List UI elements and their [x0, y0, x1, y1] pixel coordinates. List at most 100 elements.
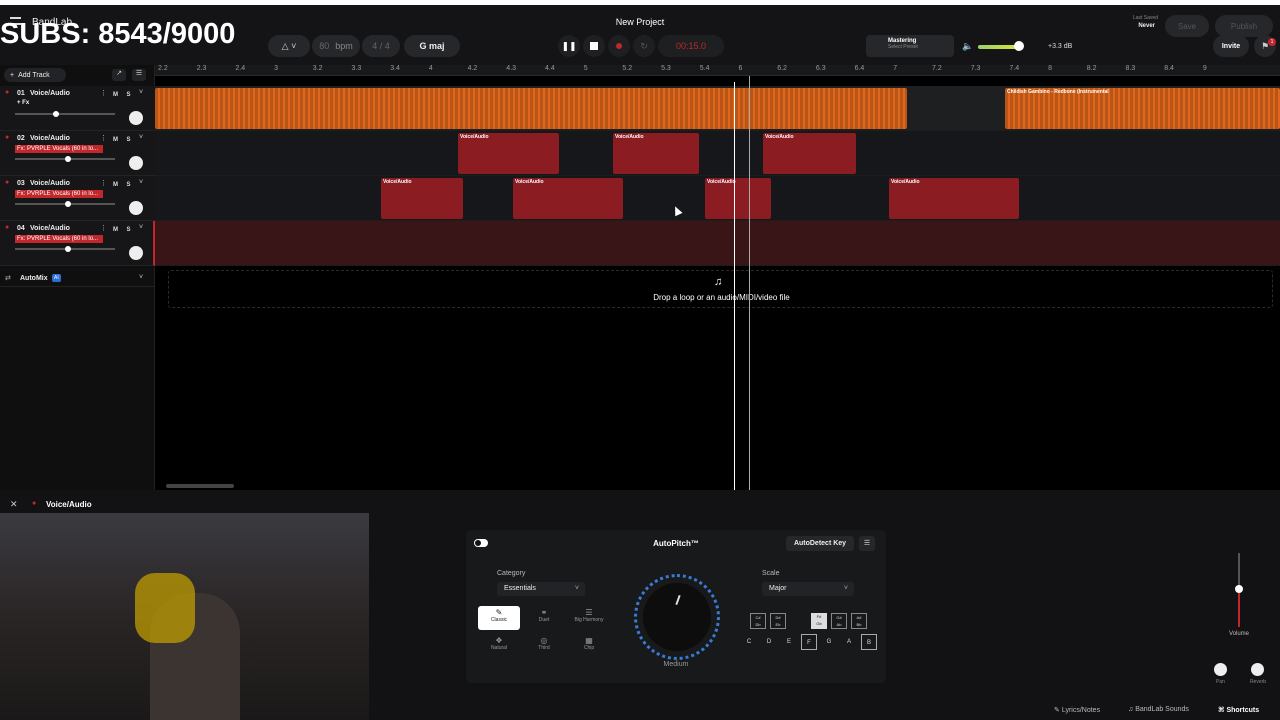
speaker-icon[interactable]: 🔈 — [962, 41, 973, 52]
track-menu-icon[interactable]: ⋮ — [100, 224, 107, 232]
key-b[interactable]: B — [861, 634, 877, 650]
save-button[interactable]: Save — [1165, 15, 1209, 37]
key-g[interactable]: G — [821, 634, 837, 650]
audio-clip[interactable]: Voice/Audio — [705, 178, 771, 219]
track-volume-slider[interactable] — [15, 246, 115, 252]
stop-button[interactable] — [583, 35, 605, 57]
category-select[interactable]: Essentials ˅ — [497, 582, 585, 596]
track-menu-icon[interactable]: ⋮ — [100, 179, 107, 187]
track-menu-icon[interactable]: ⋮ — [100, 134, 107, 142]
key-g-sharp[interactable]: G# Ab — [831, 613, 847, 629]
track-fx[interactable]: Fx: PVRPLE Vocals (60 in lo... — [15, 235, 103, 243]
close-icon[interactable]: ✕ — [10, 499, 18, 510]
key-d-sharp[interactable]: D# Eb — [770, 613, 786, 629]
solo-button[interactable]: S — [123, 90, 134, 100]
drop-zone[interactable]: ♫ Drop a loop or an audio/MIDI/video fil… — [168, 270, 1273, 308]
pan-knob[interactable] — [129, 111, 143, 125]
key-f[interactable]: F — [801, 634, 817, 650]
mute-button[interactable]: M — [110, 225, 121, 235]
settings-icon[interactable]: ☰ — [859, 536, 875, 551]
track-header-2[interactable]: ● 02 Voice/Audio Fx: PVRPLE Vocals (60 i… — [0, 131, 155, 176]
horizontal-scrollbar[interactable] — [166, 484, 234, 488]
invite-button[interactable]: Invite — [1213, 35, 1249, 57]
key-a-sharp[interactable]: A# Bb — [851, 613, 867, 629]
panel-reverb-knob[interactable] — [1251, 663, 1264, 676]
mute-button[interactable]: M — [110, 135, 121, 145]
track-name[interactable]: Voice/Audio — [30, 225, 70, 232]
audio-clip[interactable]: Voice/Audio — [513, 178, 623, 219]
track-header-1[interactable]: ● 01 Voice/Audio + Fx ⋮ M S ˅ — [0, 86, 155, 131]
pan-knob[interactable] — [129, 156, 143, 170]
solo-button[interactable]: S — [123, 135, 134, 145]
track-header-4[interactable]: ● 04 Voice/Audio Fx: PVRPLE Vocals (60 i… — [0, 221, 155, 266]
add-track-button[interactable]: + Add Track — [4, 68, 66, 82]
chevron-down-icon[interactable]: ˅ — [139, 179, 143, 186]
project-title[interactable]: New Project — [560, 17, 720, 27]
track-fx[interactable]: + Fx — [17, 100, 29, 106]
track-fx[interactable]: Fx: PVRPLE Vocals (60 in lo... — [15, 190, 103, 198]
bpm-field[interactable]: 80 bpm — [312, 35, 360, 57]
lane-1[interactable]: Childish Gambino - Redbone (Instrumental — [155, 86, 1280, 131]
mute-button[interactable]: M — [110, 90, 121, 100]
track-fx[interactable]: Fx: PVRPLE Vocals (60 in lo... — [15, 145, 103, 153]
time-signature[interactable]: 4 / 4 — [362, 35, 400, 57]
mute-button[interactable]: M — [110, 180, 121, 190]
key-f-sharp[interactable]: F# Gb — [811, 613, 827, 629]
audio-clip[interactable]: Voice/Audio — [458, 133, 559, 174]
chevron-down-icon[interactable]: ˅ — [139, 89, 143, 96]
track-volume-slider[interactable] — [15, 156, 115, 162]
publish-button[interactable]: Publish — [1215, 15, 1273, 37]
automation-icon[interactable]: ↗ — [112, 69, 126, 81]
audio-clip[interactable]: Voice/Audio — [763, 133, 856, 174]
lane-3[interactable]: Voice/Audio Voice/Audio Voice/Audio Voic… — [155, 176, 1280, 221]
track-settings-icon[interactable]: ☰ — [132, 69, 146, 81]
loop-button[interactable]: ↻ — [633, 35, 655, 57]
automix-row[interactable]: ⇄ AutoMix AI ˅ — [0, 271, 155, 287]
pan-knob[interactable] — [129, 246, 143, 260]
track-volume-slider[interactable] — [15, 201, 115, 207]
audio-clip[interactable]: Voice/Audio — [889, 178, 1019, 219]
record-button[interactable] — [608, 35, 630, 57]
audio-clip[interactable]: Voice/Audio — [381, 178, 463, 219]
pan-knob[interactable] — [129, 201, 143, 215]
effect-duet[interactable]: ⚭ Duet — [523, 606, 565, 630]
metronome-button[interactable]: △ ˅ — [268, 35, 310, 57]
track-name[interactable]: Voice/Audio — [30, 180, 70, 187]
track-name[interactable]: Voice/Audio — [30, 135, 70, 142]
key-e[interactable]: E — [781, 634, 797, 650]
audio-clip[interactable]: Voice/Audio — [613, 133, 699, 174]
panel-volume-handle[interactable] — [1235, 585, 1243, 593]
audio-clip[interactable] — [155, 88, 907, 129]
key-button[interactable]: G maj — [404, 35, 460, 57]
effect-classic[interactable]: ✎ Classic — [478, 606, 520, 630]
key-a[interactable]: A — [841, 634, 857, 650]
mastering-button[interactable]: Mastering Select Preset — [866, 35, 954, 57]
key-d[interactable]: D — [761, 634, 777, 650]
lane-2[interactable]: Voice/Audio Voice/Audio Voice/Audio — [155, 131, 1280, 176]
track-header-3[interactable]: ● 03 Voice/Audio Fx: PVRPLE Vocals (60 i… — [0, 176, 155, 221]
audio-clip[interactable]: Childish Gambino - Redbone (Instrumental — [1005, 88, 1280, 129]
track-name[interactable]: Voice/Audio — [30, 90, 70, 97]
chevron-down-icon[interactable]: ˅ — [139, 134, 143, 141]
key-c-sharp[interactable]: C# Db — [750, 613, 766, 629]
lyrics-notes-button[interactable]: ✎ Lyrics/Notes — [1054, 706, 1100, 714]
playhead[interactable] — [734, 82, 735, 490]
bpm-value[interactable]: 80 — [319, 41, 329, 51]
timeline-ruler[interactable]: 2.2 2.3 2.4 3 3.2 3.3 3.4 4 4.2 4.3 4.4 5 5.2 5.3 5.4 6… — [155, 65, 1280, 76]
effect-big-harmony[interactable]: ☰ Big Harmony — [568, 606, 610, 630]
solo-button[interactable]: S — [123, 225, 134, 235]
power-toggle[interactable] — [474, 539, 488, 547]
track-menu-icon[interactable]: ⋮ — [100, 89, 107, 97]
chevron-down-icon[interactable]: ˅ — [139, 274, 143, 281]
pause-button[interactable]: ❚❚ — [558, 35, 580, 57]
chevron-down-icon[interactable]: ˅ — [139, 224, 143, 231]
bandlab-sounds-button[interactable]: ♫ BandLab Sounds — [1128, 706, 1189, 713]
strength-knob[interactable] — [634, 574, 720, 660]
scale-select[interactable]: Major ˅ — [762, 582, 854, 596]
effect-natural[interactable]: ❖ Natural — [478, 634, 520, 658]
key-c[interactable]: C — [741, 634, 757, 650]
track-volume-slider[interactable] — [15, 111, 115, 117]
shortcuts-button[interactable]: ⌘ Shortcuts — [1218, 706, 1259, 714]
effect-chip[interactable]: ▦ Chip — [568, 634, 610, 658]
lane-4[interactable] — [155, 221, 1280, 266]
